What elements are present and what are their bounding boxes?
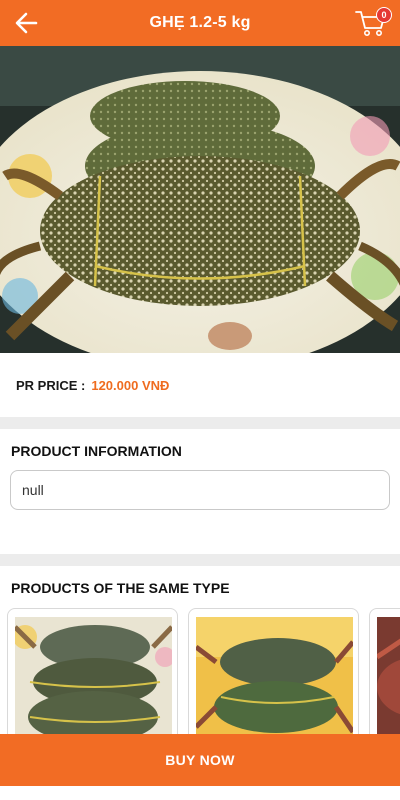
cart-count-badge: 0 bbox=[376, 7, 392, 23]
divider bbox=[0, 554, 400, 566]
bottom-spacer bbox=[0, 786, 400, 800]
related-product-image bbox=[377, 617, 400, 734]
crab-photo bbox=[0, 46, 400, 353]
product-information-heading: PRODUCT INFORMATION bbox=[11, 443, 182, 459]
back-button[interactable] bbox=[10, 8, 42, 38]
crab-thumbnail-2 bbox=[196, 617, 353, 734]
crab-thumbnail-3 bbox=[377, 617, 400, 734]
buy-now-button[interactable]: BUY NOW bbox=[0, 734, 400, 786]
related-products-list[interactable] bbox=[0, 606, 400, 734]
related-product-card[interactable] bbox=[188, 608, 359, 734]
related-product-image bbox=[15, 617, 172, 734]
arrow-left-icon bbox=[15, 12, 38, 34]
crab-thumbnail-1 bbox=[15, 617, 172, 734]
cart-button[interactable]: 0 bbox=[354, 5, 392, 39]
price-value: 120.000 VNĐ bbox=[91, 377, 170, 393]
related-product-card[interactable] bbox=[7, 608, 178, 734]
product-image bbox=[0, 46, 400, 353]
same-type-heading: PRODUCTS OF THE SAME TYPE bbox=[11, 580, 230, 596]
price-label: PR PRICE : bbox=[16, 377, 86, 393]
product-information-field: null bbox=[10, 470, 390, 510]
price-row: PR PRICE : 120.000 VNĐ bbox=[0, 353, 400, 417]
related-product-image bbox=[196, 617, 353, 734]
related-product-card[interactable] bbox=[369, 608, 400, 734]
page-title: GHẸ 1.2-5 kg bbox=[149, 14, 251, 31]
product-information-value: null bbox=[22, 482, 44, 498]
divider bbox=[0, 417, 400, 429]
top-app-bar: GHẸ 1.2-5 kg 0 bbox=[0, 0, 400, 46]
